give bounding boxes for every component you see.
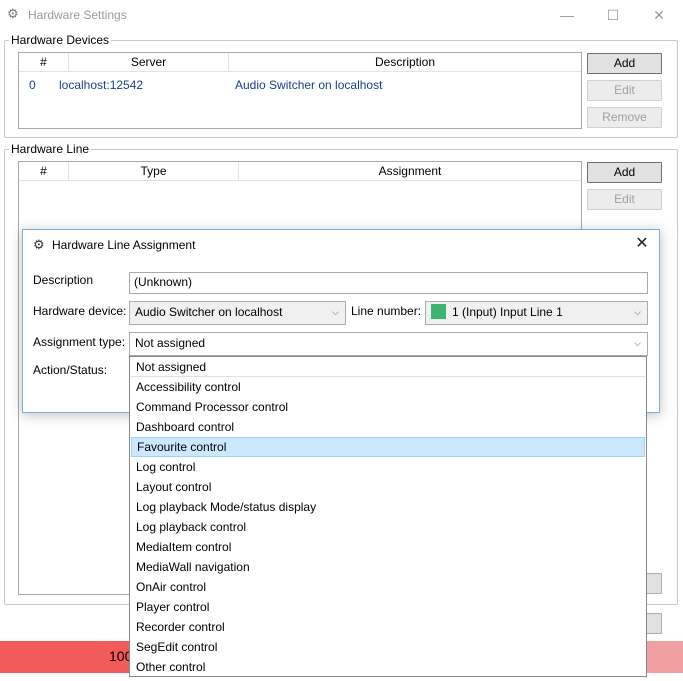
dropdown-item-log[interactable]: Log control <box>131 457 645 477</box>
dropdown-item-onair[interactable]: OnAir control <box>131 577 645 597</box>
gear-icon: ⚙ <box>33 237 45 252</box>
status-bar-right <box>646 641 683 673</box>
hardware-device-value: Audio Switcher on localhost <box>135 305 283 319</box>
line-add-button[interactable]: Add <box>587 162 662 183</box>
column-header-assignment[interactable]: Assignment <box>239 162 581 181</box>
assignment-type-label: Assignment type: <box>33 335 126 349</box>
window-title: Hardware Settings <box>28 8 127 22</box>
minimize-button[interactable]: — <box>552 4 582 26</box>
hardware-devices-legend: Hardware Devices <box>9 33 112 47</box>
gear-icon: ⚙ <box>7 6 19 21</box>
description-field[interactable]: (Unknown) <box>129 272 648 294</box>
assignment-type-dropdown[interactable]: Not assigned Accessibility control Comma… <box>129 356 647 677</box>
action-status-label: Action/Status: <box>33 363 108 377</box>
dropdown-item-other[interactable]: Other control <box>131 657 645 677</box>
line-number-select[interactable]: 1 (Input) Input Line 1 ⌵ <box>425 301 648 325</box>
line-color-swatch <box>431 304 446 320</box>
assignment-type-select[interactable]: Not assigned ⌵ <box>129 332 648 356</box>
table-row[interactable]: 0 localhost:12542 Audio Switcher on loca… <box>19 74 581 94</box>
column-header-index[interactable]: # <box>19 162 69 181</box>
devices-remove-button[interactable]: Remove <box>587 107 662 128</box>
maximize-button[interactable]: ☐ <box>598 4 628 26</box>
dropdown-item-mediaitem[interactable]: MediaItem control <box>131 537 645 557</box>
dropdown-item-log-playback[interactable]: Log playback control <box>131 517 645 537</box>
hardware-devices-list[interactable]: # Server Description 0 localhost:12542 A… <box>18 52 582 129</box>
chevron-down-icon: ⌵ <box>332 307 339 317</box>
dialog-close-button[interactable]: ✕ <box>629 233 655 255</box>
chevron-down-icon: ⌵ <box>634 307 641 317</box>
dropdown-item-command-processor[interactable]: Command Processor control <box>131 397 645 417</box>
dropdown-item-accessibility[interactable]: Accessibility control <box>131 377 645 397</box>
devices-edit-button[interactable]: Edit <box>587 80 662 101</box>
dropdown-item-dashboard[interactable]: Dashboard control <box>131 417 645 437</box>
column-header-server[interactable]: Server <box>69 53 229 72</box>
column-header-type[interactable]: Type <box>69 162 239 181</box>
row-server: localhost:12542 <box>59 78 144 92</box>
dropdown-item-mediawall[interactable]: MediaWall navigation <box>131 557 645 577</box>
column-header-index[interactable]: # <box>19 53 69 72</box>
hardware-line-legend: Hardware Line <box>9 142 92 156</box>
line-edit-button[interactable]: Edit <box>587 189 662 210</box>
dialog-title: Hardware Line Assignment <box>52 238 196 252</box>
dropdown-item-segedit[interactable]: SegEdit control <box>131 637 645 657</box>
hardware-device-select[interactable]: Audio Switcher on localhost ⌵ <box>129 301 346 325</box>
hardware-device-label: Hardware device: <box>33 304 127 318</box>
devices-add-button[interactable]: Add <box>587 53 662 74</box>
assignment-type-value: Not assigned <box>135 336 206 350</box>
close-button[interactable]: ✕ <box>644 4 674 26</box>
line-number-label: Line number: <box>351 304 422 318</box>
dropdown-item-not-assigned[interactable]: Not assigned <box>131 357 645 377</box>
dropdown-item-recorder[interactable]: Recorder control <box>131 617 645 637</box>
dropdown-item-layout[interactable]: Layout control <box>131 477 645 497</box>
row-description: Audio Switcher on localhost <box>235 78 383 92</box>
status-bar: 100 <box>0 641 132 673</box>
description-label: Description <box>33 273 94 287</box>
row-index: 0 <box>29 78 36 92</box>
chevron-down-icon: ⌵ <box>634 338 641 348</box>
dropdown-item-favourite[interactable]: Favourite control <box>131 437 645 457</box>
line-number-value: 1 (Input) Input Line 1 <box>452 305 563 319</box>
dropdown-item-log-playback-mode[interactable]: Log playback Mode/status display <box>131 497 645 517</box>
column-header-description[interactable]: Description <box>229 53 581 72</box>
dropdown-item-player[interactable]: Player control <box>131 597 645 617</box>
